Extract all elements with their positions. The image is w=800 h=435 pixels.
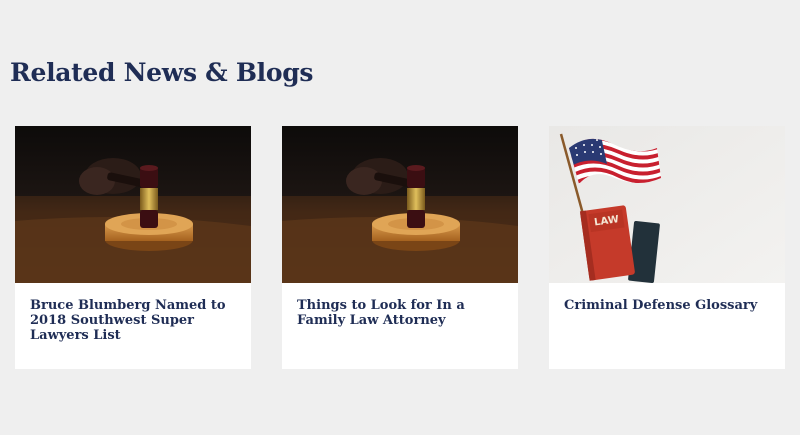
news-card[interactable]: Bruce Blumberg Named to 2018 Southwest S… [15,126,251,369]
news-card[interactable]: LAW Criminal Defense Glossary [549,126,785,369]
card-title[interactable]: Criminal Defense Glossary [564,298,774,313]
flag-law-book-photo-icon[interactable]: LAW [549,126,785,283]
card-title[interactable]: Bruce Blumberg Named to 2018 Southwest S… [30,298,240,343]
section-title: Related News & Blogs [10,58,314,87]
card-title[interactable]: Things to Look for In a Family Law Attor… [297,298,507,328]
gavel-photo-icon[interactable] [15,126,251,283]
news-card[interactable]: Things to Look for In a Family Law Attor… [282,126,518,369]
gavel-photo-icon[interactable] [282,126,518,283]
